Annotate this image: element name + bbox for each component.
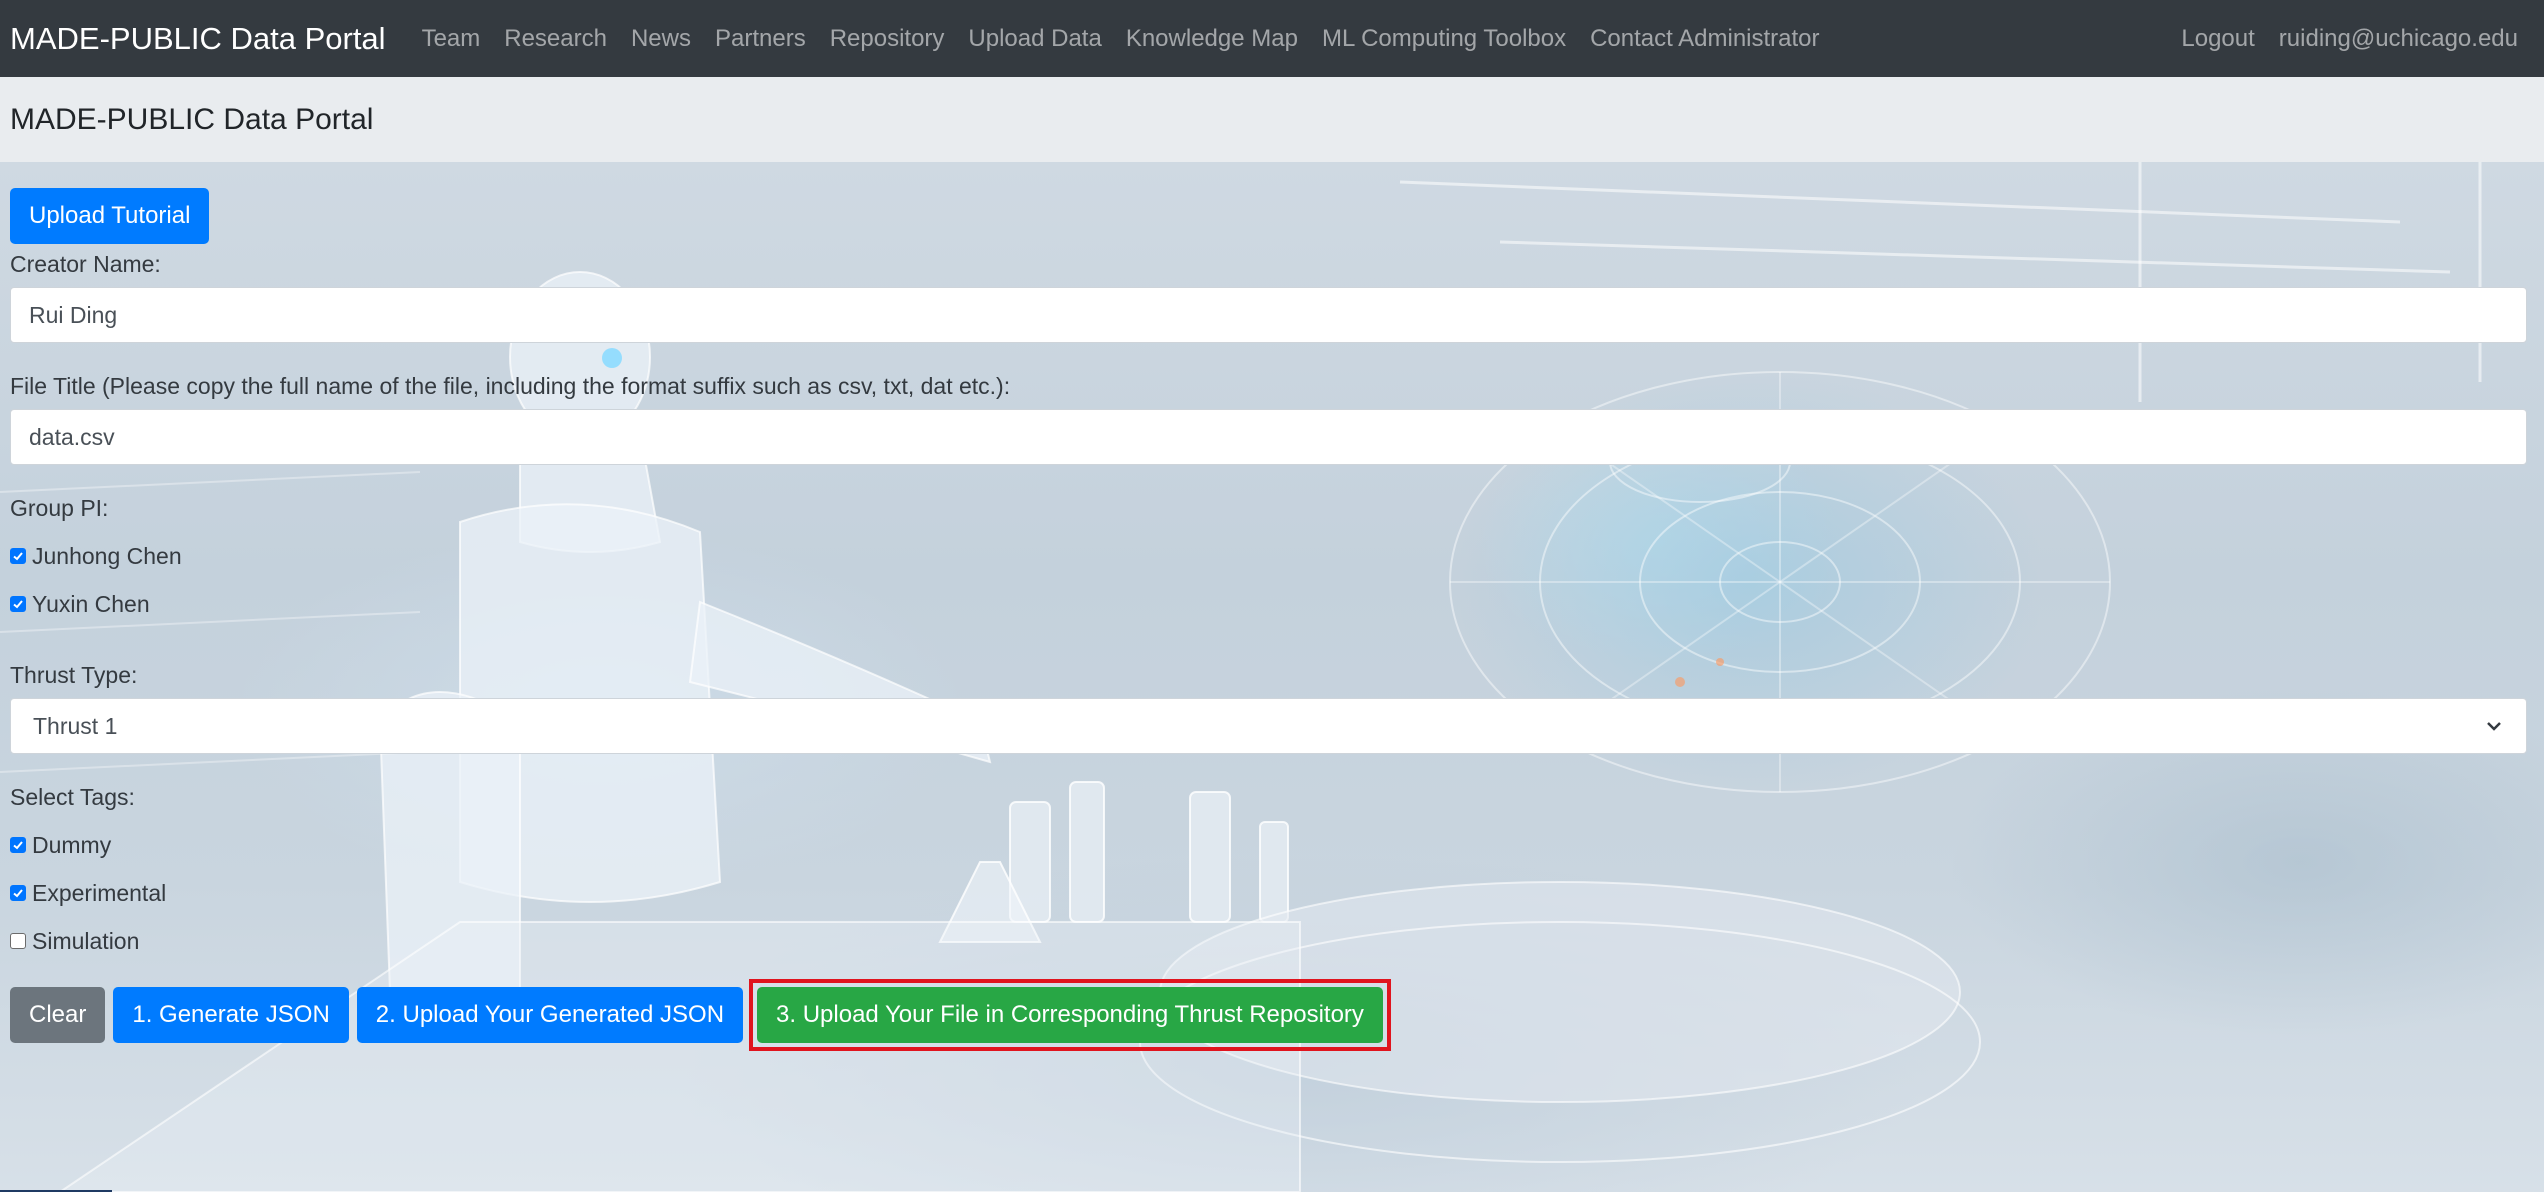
highlight-box: 3. Upload Your File in Corresponding Thr… [749, 979, 1391, 1051]
upload-file-button[interactable]: 3. Upload Your File in Corresponding Thr… [757, 987, 1383, 1043]
upload-form: Upload Tutorial Creator Name: Rui Ding F… [10, 188, 2527, 1051]
thrust-type-label: Thrust Type: [10, 662, 138, 688]
checkmark-icon [13, 600, 23, 609]
nav-link-team[interactable]: Team [410, 25, 493, 53]
checkmark-icon [13, 841, 23, 850]
experimental-checkbox[interactable] [10, 885, 26, 901]
checkmark-icon [13, 552, 23, 561]
action-buttons: Clear 1. Generate JSON 2. Upload Your Ge… [10, 979, 2527, 1051]
group-pi-option-yuxin-chen: Yuxin Chen [10, 590, 2527, 618]
dummy-label: Dummy [32, 831, 112, 858]
nav-link-repository[interactable]: Repository [818, 25, 957, 53]
creator-name-label: Creator Name: [10, 251, 161, 277]
top-navbar: MADE-PUBLIC Data Portal Team Research Ne… [0, 0, 2544, 77]
tag-option-dummy: Dummy [10, 831, 2527, 859]
dummy-checkbox[interactable] [10, 837, 26, 853]
bottom-accent-bar [0, 1190, 112, 1192]
select-tags-label: Select Tags: [10, 784, 135, 810]
nav-link-research[interactable]: Research [492, 25, 619, 53]
yuxin-chen-checkbox[interactable] [10, 596, 26, 612]
nav-right: Logout ruiding@uchicago.edu [2169, 25, 2544, 53]
tag-option-simulation: Simulation [10, 927, 2527, 955]
checkmark-icon [13, 889, 23, 898]
junhong-chen-checkbox[interactable] [10, 548, 26, 564]
group-pi-label: Group PI: [10, 495, 109, 521]
brand-link[interactable]: MADE-PUBLIC Data Portal [10, 21, 386, 57]
file-title-label: File Title (Please copy the full name of… [10, 373, 1011, 399]
user-email-link[interactable]: ruiding@uchicago.edu [2267, 25, 2530, 53]
creator-name-value: Rui Ding [29, 301, 118, 328]
experimental-label: Experimental [32, 879, 167, 906]
group-pi-option-junhong-chen: Junhong Chen [10, 542, 2527, 570]
junhong-chen-label: Junhong Chen [32, 542, 182, 569]
upload-tutorial-button[interactable]: Upload Tutorial [10, 188, 210, 244]
generate-json-button[interactable]: 1. Generate JSON [113, 987, 349, 1043]
yuxin-chen-label: Yuxin Chen [32, 590, 150, 617]
nav-link-upload-data[interactable]: Upload Data [956, 25, 1113, 53]
simulation-label: Simulation [32, 927, 140, 954]
file-title-input[interactable]: data.csv [10, 409, 2527, 465]
simulation-checkbox[interactable] [10, 933, 26, 949]
main-content: Upload Tutorial Creator Name: Rui Ding F… [0, 162, 2544, 1192]
nav-link-knowledge-map[interactable]: Knowledge Map [1114, 25, 1310, 53]
clear-button[interactable]: Clear [10, 987, 106, 1043]
nav-link-partners[interactable]: Partners [703, 25, 818, 53]
chevron-down-icon [2487, 722, 2501, 731]
upload-json-button[interactable]: 2. Upload Your Generated JSON [356, 987, 744, 1043]
nav-links: Team Research News Partners Repository U… [410, 25, 1832, 53]
nav-link-news[interactable]: News [619, 25, 703, 53]
creator-name-input[interactable]: Rui Ding [10, 287, 2527, 343]
logout-link[interactable]: Logout [2169, 25, 2266, 53]
thrust-type-select[interactable]: Thrust 1 [10, 698, 2527, 754]
nav-link-contact-administrator[interactable]: Contact Administrator [1578, 25, 1831, 53]
file-title-value: data.csv [29, 423, 115, 450]
nav-link-ml-computing-toolbox[interactable]: ML Computing Toolbox [1310, 25, 1578, 53]
page-title: MADE-PUBLIC Data Portal [10, 102, 374, 136]
page-header: MADE-PUBLIC Data Portal [0, 77, 2544, 162]
thrust-type-selected: Thrust 1 [33, 712, 118, 739]
tag-option-experimental: Experimental [10, 879, 2527, 907]
